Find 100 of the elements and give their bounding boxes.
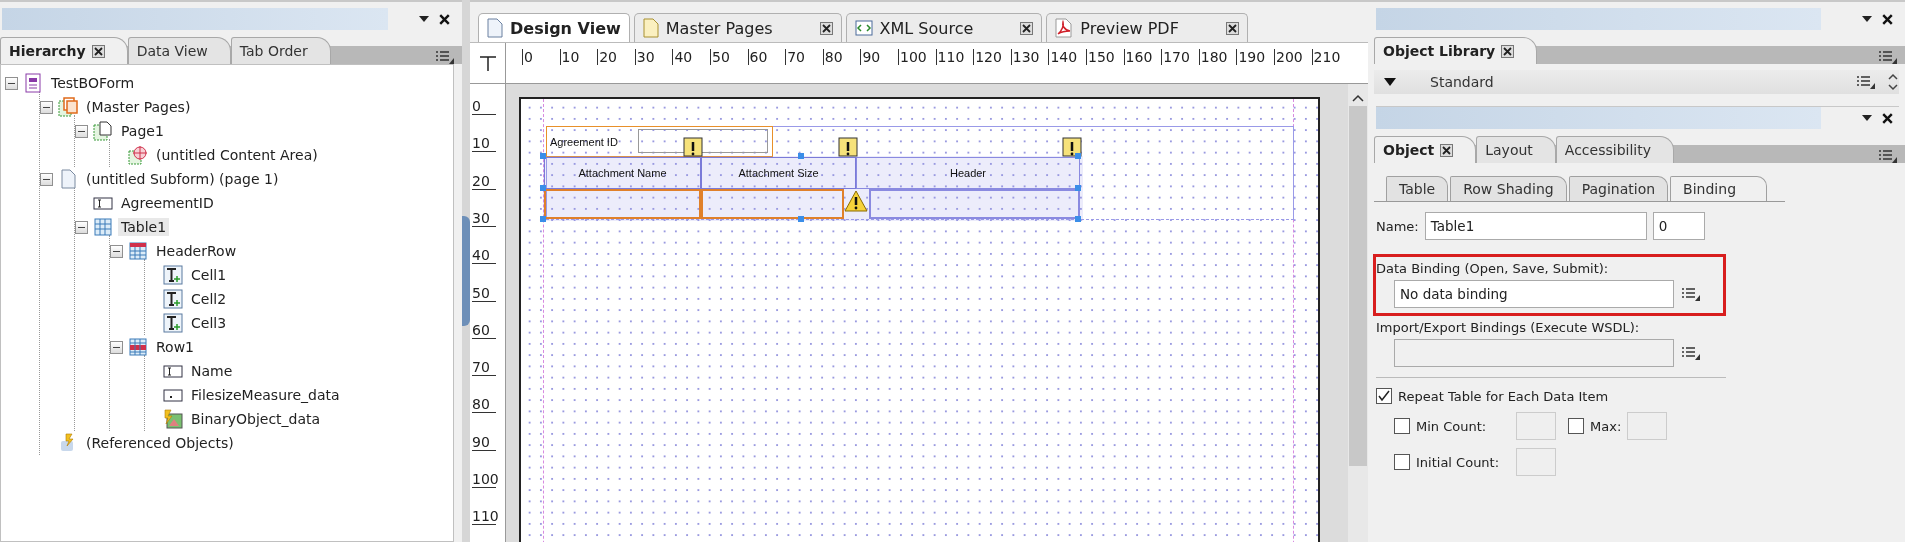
- panel-tab[interactable]: Layout: [1476, 136, 1556, 163]
- ruler-label: 0: [472, 98, 496, 115]
- panel-menu-icon[interactable]: [1855, 75, 1875, 89]
- tree-item[interactable]: Row1: [153, 338, 198, 356]
- expand-toggle[interactable]: [40, 172, 53, 186]
- selection-handle[interactable]: [540, 216, 546, 222]
- scrollbar-thumb[interactable]: [1349, 106, 1367, 466]
- document-tab[interactable]: Master Pages: [633, 13, 842, 42]
- code-icon: [854, 19, 873, 37]
- selection-handle[interactable]: [1075, 216, 1081, 222]
- ruler-origin-icon: [478, 54, 497, 72]
- panel-tab[interactable]: Data View: [127, 37, 231, 64]
- ruler-label: 80: [472, 396, 496, 414]
- table-cell[interactable]: [701, 189, 844, 219]
- panel-menu-icon[interactable]: [1680, 346, 1700, 360]
- ruler-label: 50: [472, 284, 496, 302]
- splitter-handle[interactable]: [462, 216, 470, 326]
- selection-handle[interactable]: [1075, 185, 1081, 191]
- tree-item[interactable]: HeaderRow: [153, 242, 240, 260]
- document-tab[interactable]: Design View: [478, 13, 630, 42]
- ruler-label: 40: [672, 49, 693, 65]
- property-tab[interactable]: Table: [1386, 176, 1449, 201]
- selection-handle[interactable]: [798, 153, 804, 159]
- close-icon[interactable]: [1020, 21, 1034, 35]
- tree-item[interactable]: Table1: [118, 218, 170, 236]
- column-header[interactable]: Attachment Name: [544, 157, 701, 189]
- panel-tab[interactable]: Accessibility: [1555, 136, 1674, 163]
- property-tab[interactable]: Row Shading: [1450, 176, 1567, 201]
- text-field[interactable]: [546, 126, 773, 157]
- ruler-label: 90: [472, 433, 496, 451]
- document-tab[interactable]: XML Source: [845, 13, 1043, 42]
- category-bar[interactable]: Standard: [1374, 70, 1899, 94]
- table-cell[interactable]: [544, 189, 701, 219]
- close-icon[interactable]: [1225, 21, 1239, 35]
- binding-field[interactable]: No data binding: [1394, 280, 1674, 308]
- tree-item[interactable]: Name: [188, 362, 236, 380]
- ruler-label: 40: [472, 247, 496, 265]
- field-label: Data Binding (Open, Save, Submit):: [1376, 261, 1610, 276]
- close-icon[interactable]: [439, 13, 450, 25]
- field-caption: Agreement ID: [550, 136, 618, 148]
- selection-handle[interactable]: [540, 153, 546, 159]
- table-icon: [93, 217, 113, 237]
- document-tab[interactable]: Preview PDF: [1046, 13, 1248, 42]
- tree-item[interactable]: (Master Pages): [83, 98, 194, 116]
- selection-handle[interactable]: [1075, 153, 1081, 159]
- tree-item[interactable]: Page1: [118, 122, 167, 140]
- form-icon: [23, 73, 43, 93]
- scroll-arrows-icon[interactable]: [1887, 72, 1899, 92]
- tab-label: XML Source: [879, 18, 974, 38]
- collapse-arrow-icon[interactable]: [1384, 78, 1396, 86]
- dropdown-arrow-icon[interactable]: [1862, 115, 1872, 121]
- index-field[interactable]: 0: [1652, 212, 1705, 240]
- column-header[interactable]: Header: [856, 157, 1080, 189]
- close-icon[interactable]: [1501, 44, 1515, 58]
- warning-icon: [844, 190, 868, 212]
- panel-menu-icon[interactable]: [1680, 287, 1700, 301]
- tree-item[interactable]: BinaryObject_data: [188, 410, 324, 428]
- expand-toggle[interactable]: [5, 76, 18, 90]
- tree-item[interactable]: TestBOForm: [48, 74, 138, 92]
- field-label: Name:: [1376, 218, 1419, 234]
- close-icon[interactable]: [91, 44, 105, 58]
- panel-menu-icon[interactable]: [1877, 149, 1897, 163]
- expand-toggle[interactable]: [75, 220, 88, 234]
- close-icon[interactable]: [1882, 13, 1893, 25]
- tab-label: Design View: [510, 18, 621, 38]
- expand-toggle[interactable]: [40, 100, 53, 114]
- dropdown-arrow-icon[interactable]: [419, 16, 429, 22]
- tree-item[interactable]: (Referenced Objects): [83, 434, 237, 452]
- property-tab[interactable]: Binding: [1670, 176, 1767, 201]
- column-header[interactable]: Attachment Size: [701, 157, 856, 189]
- tree-item[interactable]: AgreementID: [118, 194, 217, 212]
- panel-menu-icon[interactable]: [1877, 50, 1897, 64]
- expand-toggle[interactable]: [110, 244, 123, 258]
- tree-item[interactable]: FilesizeMeasure_data: [188, 386, 343, 404]
- expand-toggle[interactable]: [75, 124, 88, 138]
- tree-item[interactable]: Cell1: [188, 266, 230, 284]
- tree-item[interactable]: Cell2: [188, 290, 230, 308]
- tab-label: Master Pages: [665, 18, 773, 38]
- property-tab[interactable]: Pagination: [1568, 176, 1669, 201]
- page-icon: [58, 169, 78, 189]
- panel-tab[interactable]: Object Library: [1374, 37, 1538, 64]
- selection-handle[interactable]: [798, 216, 804, 222]
- panel-tab[interactable]: Object: [1374, 136, 1477, 163]
- panel-tab[interactable]: Tab Order: [230, 37, 331, 64]
- tab-label: Tab Order: [239, 43, 308, 59]
- checkbox[interactable]: [1376, 388, 1392, 404]
- close-icon[interactable]: [1440, 143, 1454, 157]
- close-icon[interactable]: [1882, 112, 1893, 124]
- dropdown-arrow-icon[interactable]: [1862, 16, 1872, 22]
- tree-item[interactable]: (untitled Content Area): [153, 146, 321, 164]
- expand-toggle[interactable]: [110, 340, 123, 354]
- tree-item[interactable]: Cell3: [188, 314, 230, 332]
- tree-item[interactable]: (untitled Subform) (page 1): [83, 170, 282, 188]
- table-cell[interactable]: [869, 189, 1080, 219]
- scroll-up-icon[interactable]: [1352, 94, 1364, 102]
- selection-handle[interactable]: [540, 185, 546, 191]
- panel-tab[interactable]: Hierarchy: [0, 37, 128, 64]
- panel-menu-icon[interactable]: [434, 50, 454, 64]
- name-field[interactable]: Table1: [1424, 212, 1647, 240]
- close-icon[interactable]: [819, 21, 833, 35]
